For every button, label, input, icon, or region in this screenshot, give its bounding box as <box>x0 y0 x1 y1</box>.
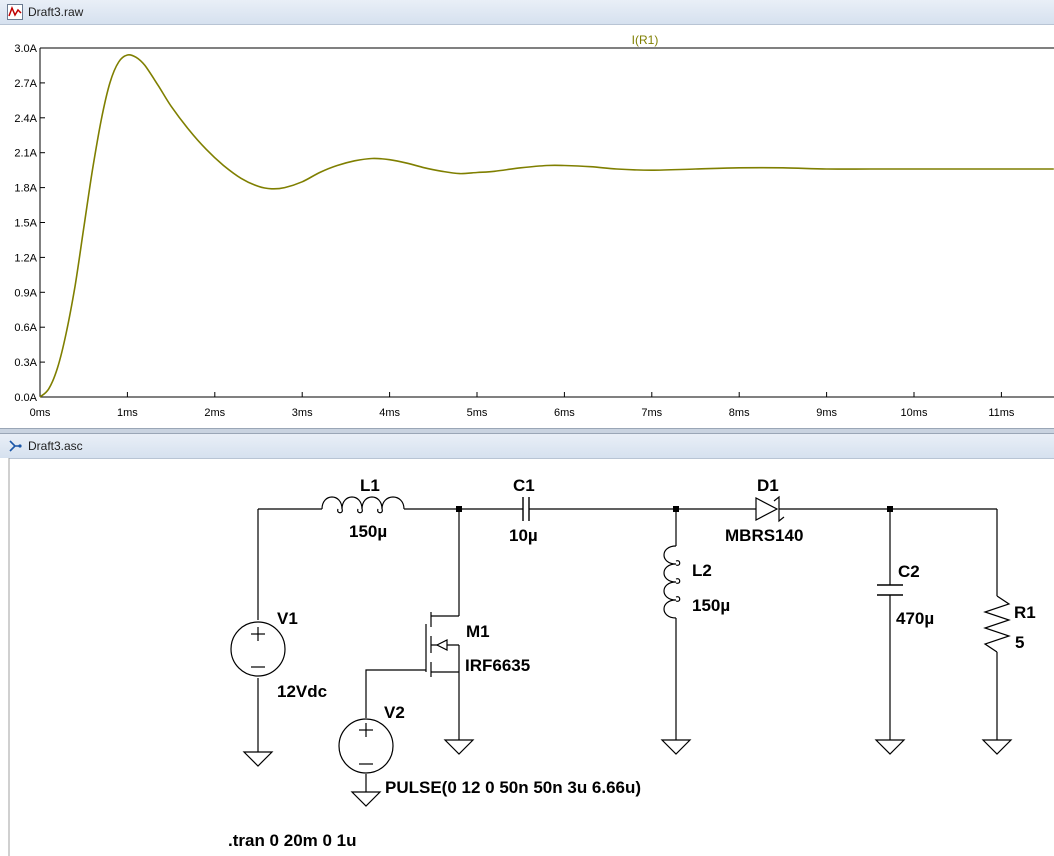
y-tick-label: 1.5A <box>14 218 37 230</box>
y-tick-label: 0.0A <box>14 392 37 404</box>
schematic-window-title: Draft3.asc <box>28 439 83 453</box>
y-tick-label: 2.7A <box>14 78 37 90</box>
voltage-source-v1[interactable] <box>230 621 286 677</box>
voltage-source-v2[interactable] <box>338 718 394 774</box>
trace-label[interactable]: I(R1) <box>632 33 659 47</box>
y-tick-label: 0.3A <box>14 357 37 369</box>
inductor-l1[interactable] <box>321 496 405 514</box>
plot-axes: 3.0A 2.7A 2.4A 2.1A 1.8A 1.5A 1.2A 0.9A 0.6A 0.3A… <box>14 43 1054 419</box>
waveform-plot[interactable]: I(R1) 3.0A 2.7A 2.4A 2.1A 1.8A 1.5A 1.2A 0.9A 0.… <box>0 24 1054 428</box>
x-tick-label: 5ms <box>467 407 488 419</box>
y-tick-label: 3.0A <box>14 43 37 55</box>
l1-name[interactable]: L1 <box>360 476 380 495</box>
resistor-r1[interactable] <box>983 595 1011 653</box>
waveform-window: Draft3.raw I(R1) 3.0A 2.7A 2.4A 2.1A 1.8A 1.5… <box>0 0 1054 430</box>
x-tick-label: 3ms <box>292 407 313 419</box>
l2-name[interactable]: L2 <box>692 561 712 580</box>
v1-value[interactable]: 12Vdc <box>277 682 327 701</box>
spice-directive[interactable]: .tran 0 20m 0 1u <box>228 831 357 850</box>
x-tick-label: 7ms <box>641 407 662 419</box>
r1-name[interactable]: R1 <box>1014 603 1036 622</box>
x-tick-label: 0ms <box>30 407 51 419</box>
x-tick-label: 9ms <box>816 407 837 419</box>
y-tick-label: 0.9A <box>14 287 37 299</box>
c2-name[interactable]: C2 <box>898 562 920 581</box>
m1-value[interactable]: IRF6635 <box>465 656 530 675</box>
c1-name[interactable]: C1 <box>513 476 535 495</box>
c2-value[interactable]: 470µ <box>896 609 934 628</box>
y-tick-label: 2.1A <box>14 148 37 160</box>
v2-value[interactable]: PULSE(0 12 0 50n 50n 3u 6.66u) <box>385 778 641 797</box>
plot-traces <box>39 53 1054 398</box>
m1-name[interactable]: M1 <box>466 622 490 641</box>
schematic-icon <box>9 440 22 452</box>
ground-v1 <box>242 751 274 767</box>
y-tick-label: 1.8A <box>14 183 37 195</box>
x-tick-label: 1ms <box>117 407 138 419</box>
l2-value[interactable]: 150µ <box>692 596 730 615</box>
ground-v2 <box>350 791 382 807</box>
capacitor-c2[interactable] <box>877 584 903 596</box>
mosfet-m1[interactable] <box>425 612 460 677</box>
trace-line-i-r1 <box>39 53 1054 398</box>
waveform-titlebar[interactable]: Draft3.raw <box>0 0 1054 25</box>
ground-r1 <box>981 739 1013 755</box>
ground-l2 <box>660 739 692 755</box>
waveform-icon <box>7 4 23 20</box>
y-tick-label: 1.2A <box>14 252 37 264</box>
r1-value[interactable]: 5 <box>1015 633 1024 652</box>
schematic-titlebar[interactable]: Draft3.asc <box>0 434 1054 459</box>
c1-value[interactable]: 10µ <box>509 526 538 545</box>
capacitor-c1[interactable] <box>522 497 530 521</box>
x-tick-label: 2ms <box>204 407 225 419</box>
d1-value[interactable]: MBRS140 <box>725 526 803 545</box>
y-tick-label: 2.4A <box>14 113 37 125</box>
schematic-canvas[interactable]: L1 150µ C1 10µ D1 MBRS140 L2 150µ C2 470… <box>0 458 1054 856</box>
waveform-window-title: Draft3.raw <box>28 5 84 19</box>
y-tick-label: 0.6A <box>14 322 37 334</box>
schematic-window: Draft3.asc L1 150µ C1 10µ D1 MBRS140 L2 … <box>0 434 1054 856</box>
x-tick-label: 10ms <box>901 407 928 419</box>
d1-name[interactable]: D1 <box>757 476 779 495</box>
ground-m1 <box>443 739 475 755</box>
v2-name[interactable]: V2 <box>384 703 405 722</box>
x-tick-label: 6ms <box>554 407 575 419</box>
v1-name[interactable]: V1 <box>277 609 298 628</box>
x-tick-label: 4ms <box>379 407 400 419</box>
x-tick-label: 8ms <box>729 407 750 419</box>
x-tick-label: 11ms <box>988 407 1015 419</box>
inductor-l2[interactable] <box>663 545 681 619</box>
l1-value[interactable]: 150µ <box>349 522 387 541</box>
ground-c2 <box>874 739 906 755</box>
